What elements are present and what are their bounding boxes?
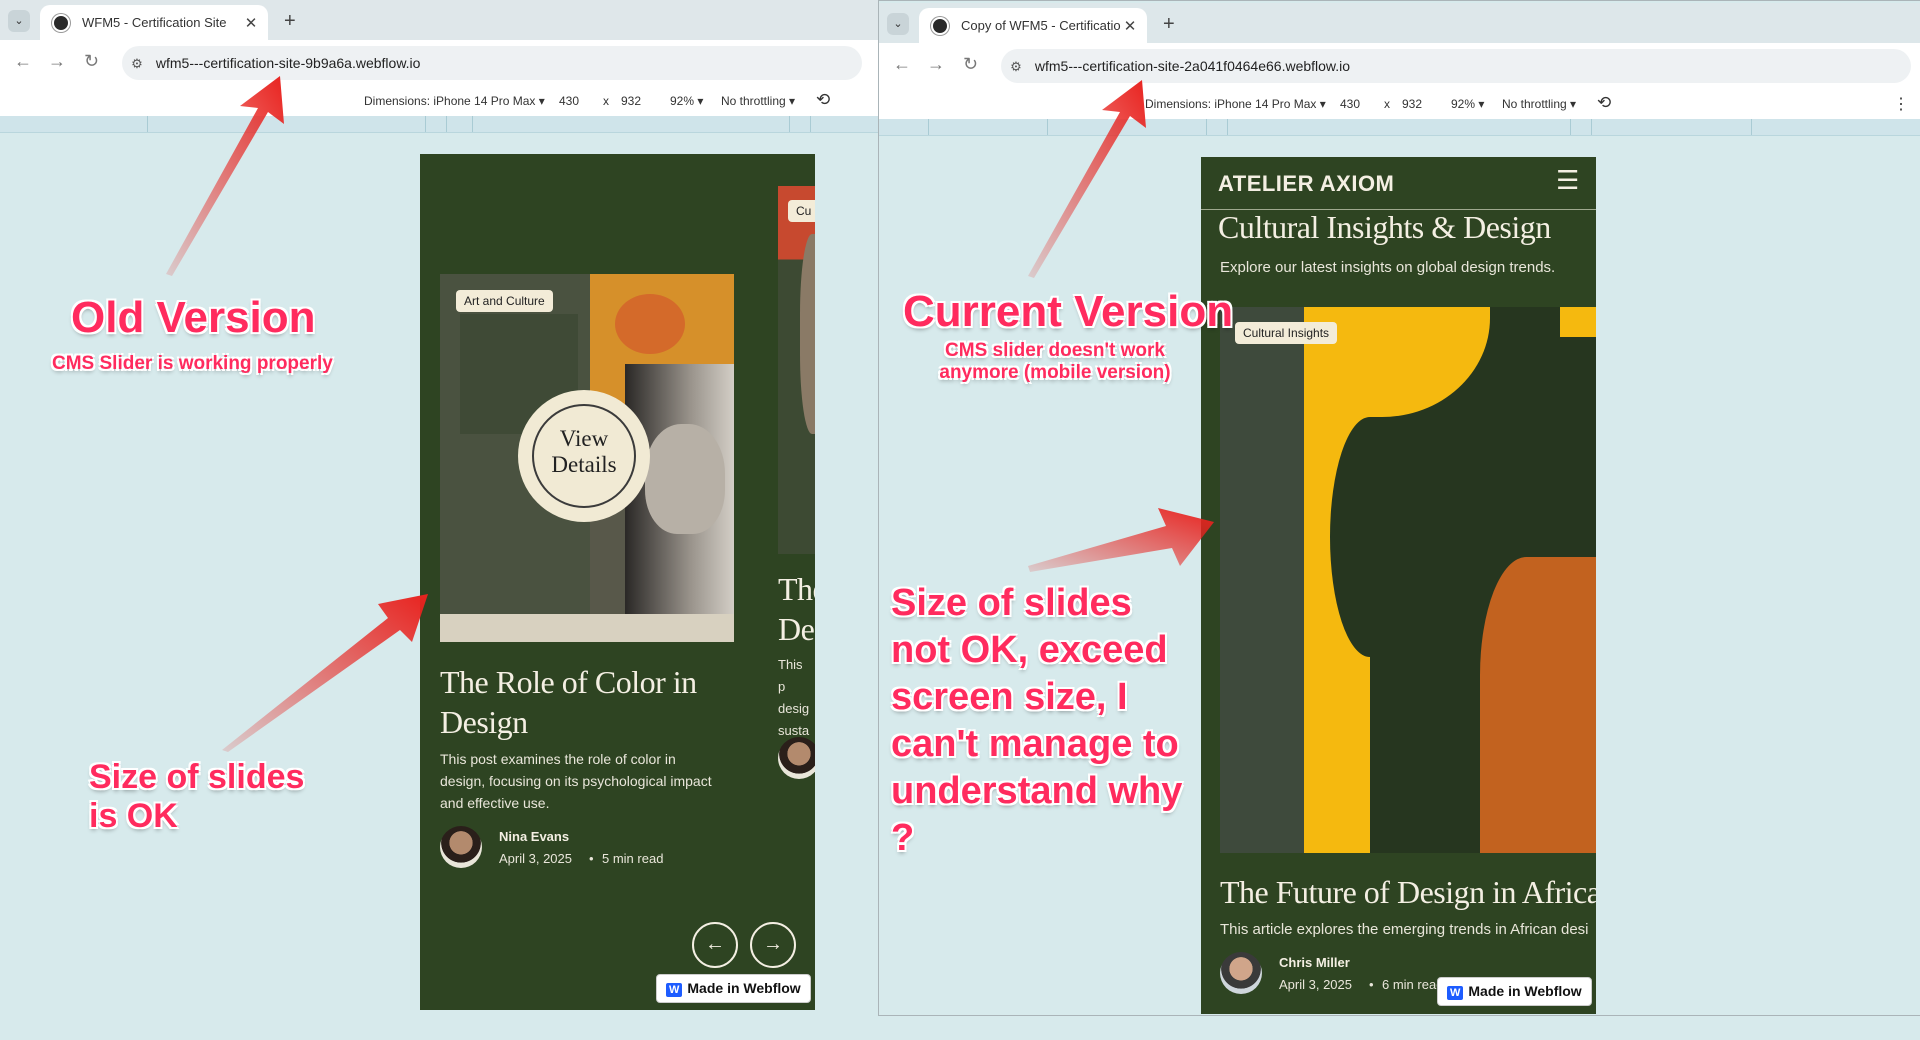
- arrow-to-current-slide: [1028, 508, 1214, 572]
- size-not-ok-label: Size of slides not OK, exceed screen siz…: [891, 582, 1183, 859]
- annotation-arrows: [166, 76, 1214, 752]
- arrow-to-current-url: [1028, 80, 1146, 278]
- current-version-note: CMS slider doesn't work anymore (mobile …: [939, 340, 1171, 383]
- old-version-note: CMS Slider is working properly: [52, 353, 333, 374]
- arrow-to-old-slide: [222, 594, 428, 752]
- size-ok-label: Size of slides is OK: [89, 758, 305, 835]
- current-version-label: Current Version: [903, 287, 1234, 336]
- arrow-to-old-url: [166, 76, 284, 276]
- old-version-label: Old Version: [71, 293, 316, 342]
